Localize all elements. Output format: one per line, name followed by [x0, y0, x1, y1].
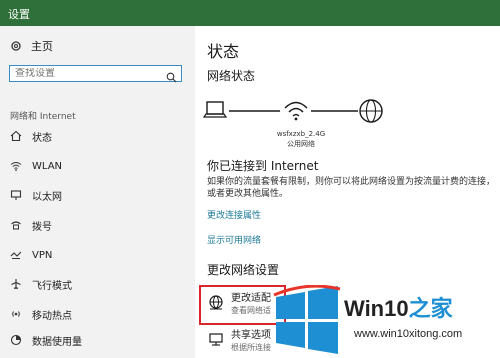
wifi-signal-icon [284, 101, 308, 121]
windows-logo-icon [273, 285, 341, 354]
sidebar-item-label: 移动热点 [32, 310, 72, 322]
page-title: 状态 [207, 42, 240, 61]
dialup-icon [9, 218, 23, 232]
sharing-options[interactable]: 共享选项 根据所连接 [207, 330, 271, 353]
sidebar-item-airplane[interactable]: 飞行模式 [9, 274, 72, 294]
sidebar-home[interactable]: 主页 [10, 38, 53, 54]
wifi-icon [9, 159, 23, 173]
gear-icon [11, 41, 21, 51]
search-input[interactable] [15, 68, 160, 79]
sidebar-item-dialup[interactable]: 拨号 [9, 215, 52, 235]
sidebar-item-status[interactable]: 状态 [9, 126, 52, 146]
globe-icon [359, 99, 383, 123]
sidebar-item-hotspot[interactable]: 移动热点 [9, 304, 72, 324]
sidebar-item-wlan[interactable]: WLAN [9, 156, 62, 176]
sidebar-item-label: VPN [32, 249, 53, 261]
home-outline-icon [9, 129, 23, 143]
ethernet-icon [9, 188, 23, 202]
search-box[interactable] [9, 65, 182, 83]
watermark-brand-prefix: Win10 [344, 296, 409, 321]
sidebar-item-data-usage[interactable]: 数据使用量 [9, 330, 82, 350]
airplane-icon [9, 277, 23, 291]
sidebar-item-vpn[interactable]: VPN [9, 245, 52, 265]
sidebar-item-label: WLAN [32, 160, 63, 172]
change-connection-properties-link[interactable]: 更改连接属性 [207, 208, 261, 221]
sidebar: 主页 网络和 Internet 状态 WLAN 以太网 拨号 V [0, 26, 195, 358]
watermark-brand-suffix: 之家 [408, 296, 453, 321]
sharing-icon [207, 330, 225, 348]
sidebar-item-label: 飞行模式 [32, 280, 72, 292]
network-profile: 公用网络 [287, 140, 315, 148]
option-subtitle: 根据所连接 [231, 343, 271, 352]
sidebar-item-label: 状态 [32, 132, 52, 144]
network-ssid: wsfxzxb_2.4G [276, 130, 326, 138]
window-title: 设置 [8, 8, 30, 21]
sidebar-item-label: 以太网 [32, 191, 62, 203]
connected-description: 如果你的流量套餐有限制，则你可以将此网络设置为按流量计费的连接，或者更改其他属性… [207, 177, 496, 199]
data-usage-icon [9, 333, 23, 347]
hotspot-icon [9, 307, 23, 321]
sidebar-home-label: 主页 [31, 40, 53, 53]
change-network-settings-heading: 更改网络设置 [207, 263, 280, 277]
show-available-networks-link[interactable]: 显示可用网络 [207, 233, 261, 246]
sidebar-item-label: 数据使用量 [32, 336, 82, 348]
option-title: 共享选项 [231, 330, 271, 341]
network-status-heading: 网络状态 [207, 69, 256, 83]
sidebar-item-ethernet[interactable]: 以太网 [9, 185, 62, 205]
watermark: Win10之家 www.win10xitong.com [268, 283, 500, 358]
title-bar: 设置 [0, 0, 500, 26]
section-label: 网络和 Internet [10, 112, 76, 122]
watermark-brand: Win10之家 [344, 291, 453, 323]
watermark-url: www.win10xitong.com [354, 328, 463, 340]
sidebar-item-label: 拨号 [32, 221, 52, 233]
computer-icon [202, 101, 228, 118]
search-icon[interactable] [166, 68, 177, 87]
vpn-icon [9, 248, 23, 262]
connected-heading: 你已连接到 Internet [207, 159, 319, 173]
